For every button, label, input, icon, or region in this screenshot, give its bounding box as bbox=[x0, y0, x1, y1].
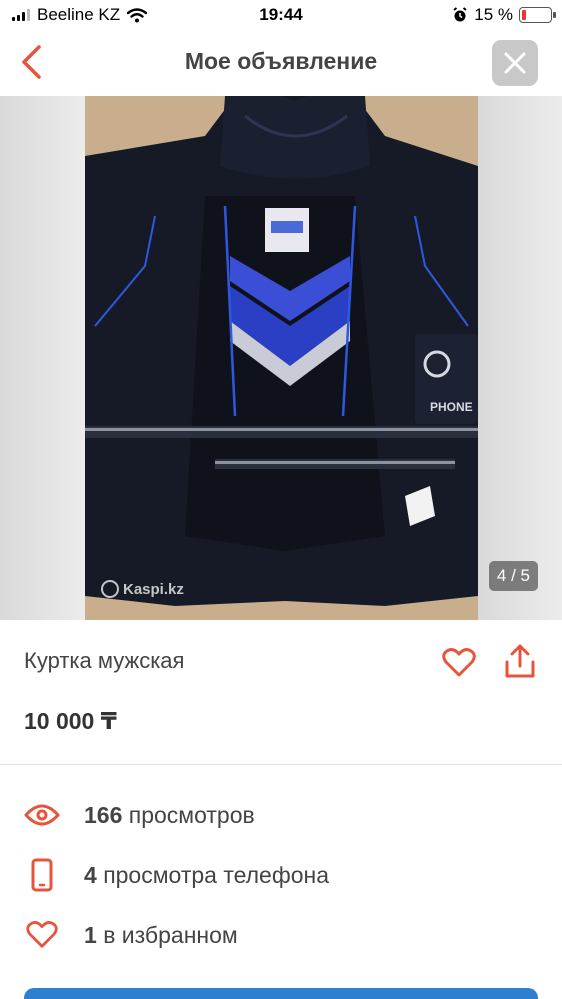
listing-title: Куртка мужская bbox=[24, 648, 185, 673]
share-button[interactable] bbox=[502, 644, 538, 680]
favorite-button[interactable] bbox=[442, 648, 476, 678]
favorites-label: в избранном bbox=[103, 921, 238, 948]
photo-edge-right bbox=[477, 96, 562, 620]
primary-action-button[interactable] bbox=[24, 988, 538, 999]
page-title: Мое объявление bbox=[184, 48, 378, 74]
alarm-icon bbox=[453, 7, 467, 22]
watermark-text: Kaspi.kz bbox=[123, 580, 184, 598]
stat-views: 166 просмотров bbox=[24, 798, 255, 832]
watermark: Kaspi.kz bbox=[101, 580, 184, 598]
favorites-count: 1 bbox=[84, 921, 97, 948]
share-icon bbox=[505, 644, 535, 678]
pocket-tag: PHONE bbox=[430, 400, 473, 414]
photo-edge-left bbox=[0, 96, 85, 620]
jacket-image: PHONE bbox=[85, 96, 478, 620]
phone-icon bbox=[31, 858, 53, 892]
header: Мое объявление bbox=[0, 30, 562, 96]
phone-views-count: 4 bbox=[84, 861, 97, 888]
status-bar: Beeline KZ 19:44 15 % bbox=[0, 0, 562, 30]
photo-carousel[interactable]: PHONE Kaspi.kz 4 / 5 bbox=[0, 96, 562, 620]
close-button[interactable] bbox=[492, 40, 538, 86]
views-label: просмотров bbox=[128, 801, 255, 828]
divider bbox=[0, 764, 562, 765]
battery-level bbox=[522, 10, 526, 20]
views-count: 166 bbox=[84, 801, 123, 828]
stat-phone-views: 4 просмотра телефона bbox=[24, 858, 329, 892]
listing-price: 10 000 ₸ bbox=[24, 708, 117, 734]
battery-icon bbox=[519, 7, 556, 23]
kaspi-logo-icon bbox=[101, 580, 119, 598]
listing-photo[interactable]: PHONE Kaspi.kz bbox=[85, 96, 478, 620]
heart-icon bbox=[26, 921, 58, 948]
heart-icon bbox=[442, 648, 476, 677]
phone-views-label: просмотра телефона bbox=[103, 861, 330, 888]
close-icon bbox=[504, 52, 526, 74]
photo-counter: 4 / 5 bbox=[488, 561, 538, 591]
battery-percent: 15 % bbox=[474, 5, 513, 24]
eye-icon bbox=[24, 804, 60, 826]
status-right: 15 % bbox=[452, 5, 556, 25]
stat-favorites: 1 в избранном bbox=[24, 918, 238, 952]
